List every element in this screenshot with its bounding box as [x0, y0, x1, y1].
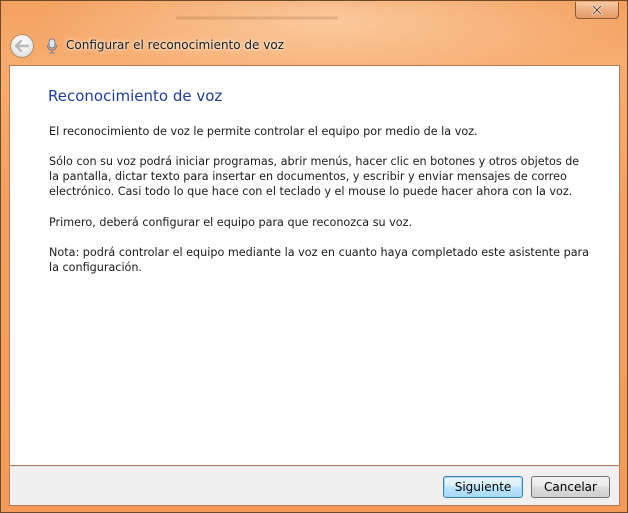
microphone-icon [47, 38, 57, 54]
capabilities-paragraph: Sólo con su voz podrá iniciar programas,… [49, 155, 580, 198]
background-ghost-text: ▂▂▂▂▂▂▂▂▂▂▂▂▂▂▂▂▂▂▂▂▂ [176, 9, 338, 20]
cancel-button[interactable]: Cancelar [531, 476, 610, 498]
page-heading: Reconocimiento de voz [48, 87, 223, 105]
setup-paragraph: Primero, deberá configurar el equipo par… [49, 216, 413, 229]
back-arrow-icon [15, 40, 29, 52]
close-icon [591, 5, 603, 15]
window-title: Configurar el reconocimiento de voz [66, 38, 284, 52]
close-button[interactable] [575, 2, 619, 19]
intro-paragraph: El reconocimiento de voz le permite cont… [49, 125, 478, 138]
next-button[interactable]: Siguiente [443, 476, 523, 498]
wizard-content: Reconocimiento de voz El reconocimiento … [9, 65, 620, 466]
note-paragraph: Nota: podrá controlar el equipo mediante… [49, 246, 590, 274]
window-frame: ▂▂▂▂▂▂▂▂▂▂▂▂▂▂▂▂▂▂▂▂▂ Configurar el reco… [0, 0, 628, 513]
back-button[interactable] [10, 34, 34, 58]
wizard-footer: Siguiente Cancelar [9, 466, 620, 506]
